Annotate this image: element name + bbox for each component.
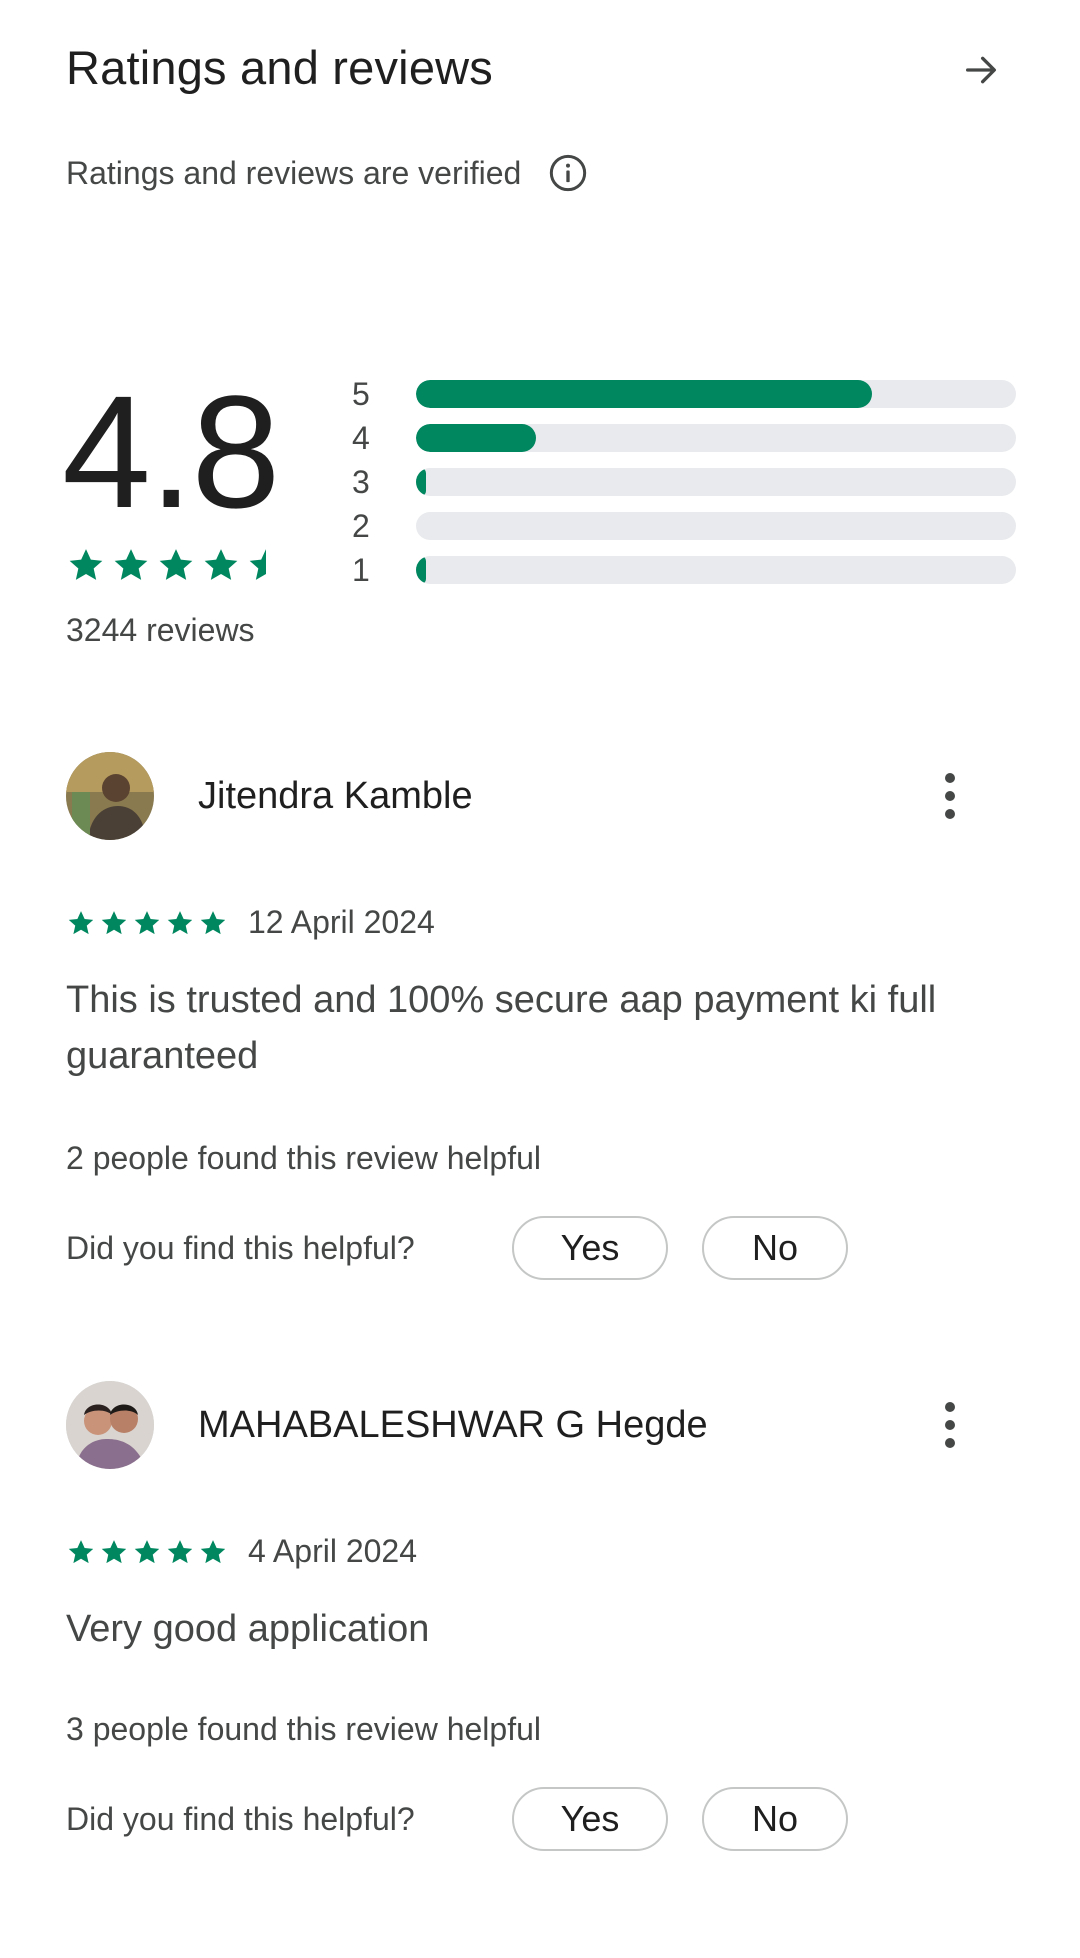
rating-bar-label: 1 [352, 551, 370, 588]
star-icon [167, 1539, 193, 1563]
helpful-yes-button[interactable]: Yes [512, 1216, 668, 1280]
helpful-no-button[interactable]: No [702, 1216, 848, 1280]
avatar [66, 1381, 154, 1469]
verified-text: Ratings and reviews are verified [66, 154, 522, 191]
review-stars [66, 908, 228, 938]
helpful-count: 3 people found this review helpful [66, 1711, 541, 1747]
summary-star-rating [66, 545, 286, 585]
rating-distribution: 5 4 3 2 1 [350, 372, 1020, 592]
average-rating: 4.8 [62, 362, 280, 541]
verified-row: Ratings and reviews are verified [66, 152, 589, 194]
helpful-question: Did you find this helpful? [66, 1229, 415, 1266]
star-icon [69, 549, 103, 580]
star-icon [200, 1539, 226, 1563]
rating-bar-track [416, 556, 1016, 584]
helpful-no-button[interactable]: No [702, 1787, 848, 1851]
rating-bar-label: 4 [352, 419, 370, 456]
rating-bar-fill [416, 424, 536, 452]
star-icon [249, 549, 283, 580]
review-text: This is trusted and 100% secure aap paym… [66, 979, 937, 1077]
star-icon [101, 910, 127, 934]
reviewer-name: MAHABALESHWAR G Hegde [198, 1403, 708, 1446]
star-icon [134, 910, 160, 934]
helpful-count: 2 people found this review helpful [66, 1140, 541, 1176]
more-vert-icon[interactable] [928, 766, 972, 826]
ratings-page: Ratings and reviews Ratings and reviews … [0, 0, 1080, 1958]
star-icon [200, 910, 226, 934]
rating-bar-row: 4 [350, 416, 1020, 460]
rating-bar-row: 3 [350, 460, 1020, 504]
rating-bar-fill [416, 556, 427, 584]
star-icon [134, 1539, 160, 1563]
rating-bar-fill [416, 468, 426, 496]
rating-bar-track [416, 424, 1016, 452]
star-icon [167, 910, 193, 934]
star-icon [159, 549, 193, 580]
info-icon[interactable] [547, 152, 589, 194]
rating-bar-row: 2 [350, 504, 1020, 548]
arrow-right-icon[interactable] [955, 44, 1007, 96]
star-icon [68, 910, 94, 934]
reviewer-name: Jitendra Kamble [198, 774, 473, 817]
review-stars [66, 1537, 228, 1567]
rating-bar-track [416, 512, 1016, 540]
rating-bar-track [416, 380, 1016, 408]
review-date: 12 April 2024 [248, 904, 435, 940]
rating-bar-row: 5 [350, 372, 1020, 416]
rating-bar-label: 5 [352, 375, 370, 412]
star-icon [204, 549, 238, 580]
more-vert-icon[interactable] [928, 1395, 972, 1455]
review-date: 4 April 2024 [248, 1533, 418, 1569]
helpful-question: Did you find this helpful? [66, 1800, 415, 1837]
rating-bar-fill [416, 380, 872, 408]
rating-bar-label: 2 [352, 507, 370, 544]
review-text: Very good application [66, 1608, 430, 1650]
star-icon [114, 549, 148, 580]
review-count: 3244 reviews [66, 612, 255, 648]
rating-bar-label: 3 [352, 463, 370, 500]
avatar [66, 752, 154, 840]
helpful-yes-button[interactable]: Yes [512, 1787, 668, 1851]
star-icon [101, 1539, 127, 1563]
page-title: Ratings and reviews [66, 41, 494, 94]
rating-bar-row: 1 [350, 548, 1020, 592]
star-icon [68, 1539, 94, 1563]
rating-bar-track [416, 468, 1016, 496]
